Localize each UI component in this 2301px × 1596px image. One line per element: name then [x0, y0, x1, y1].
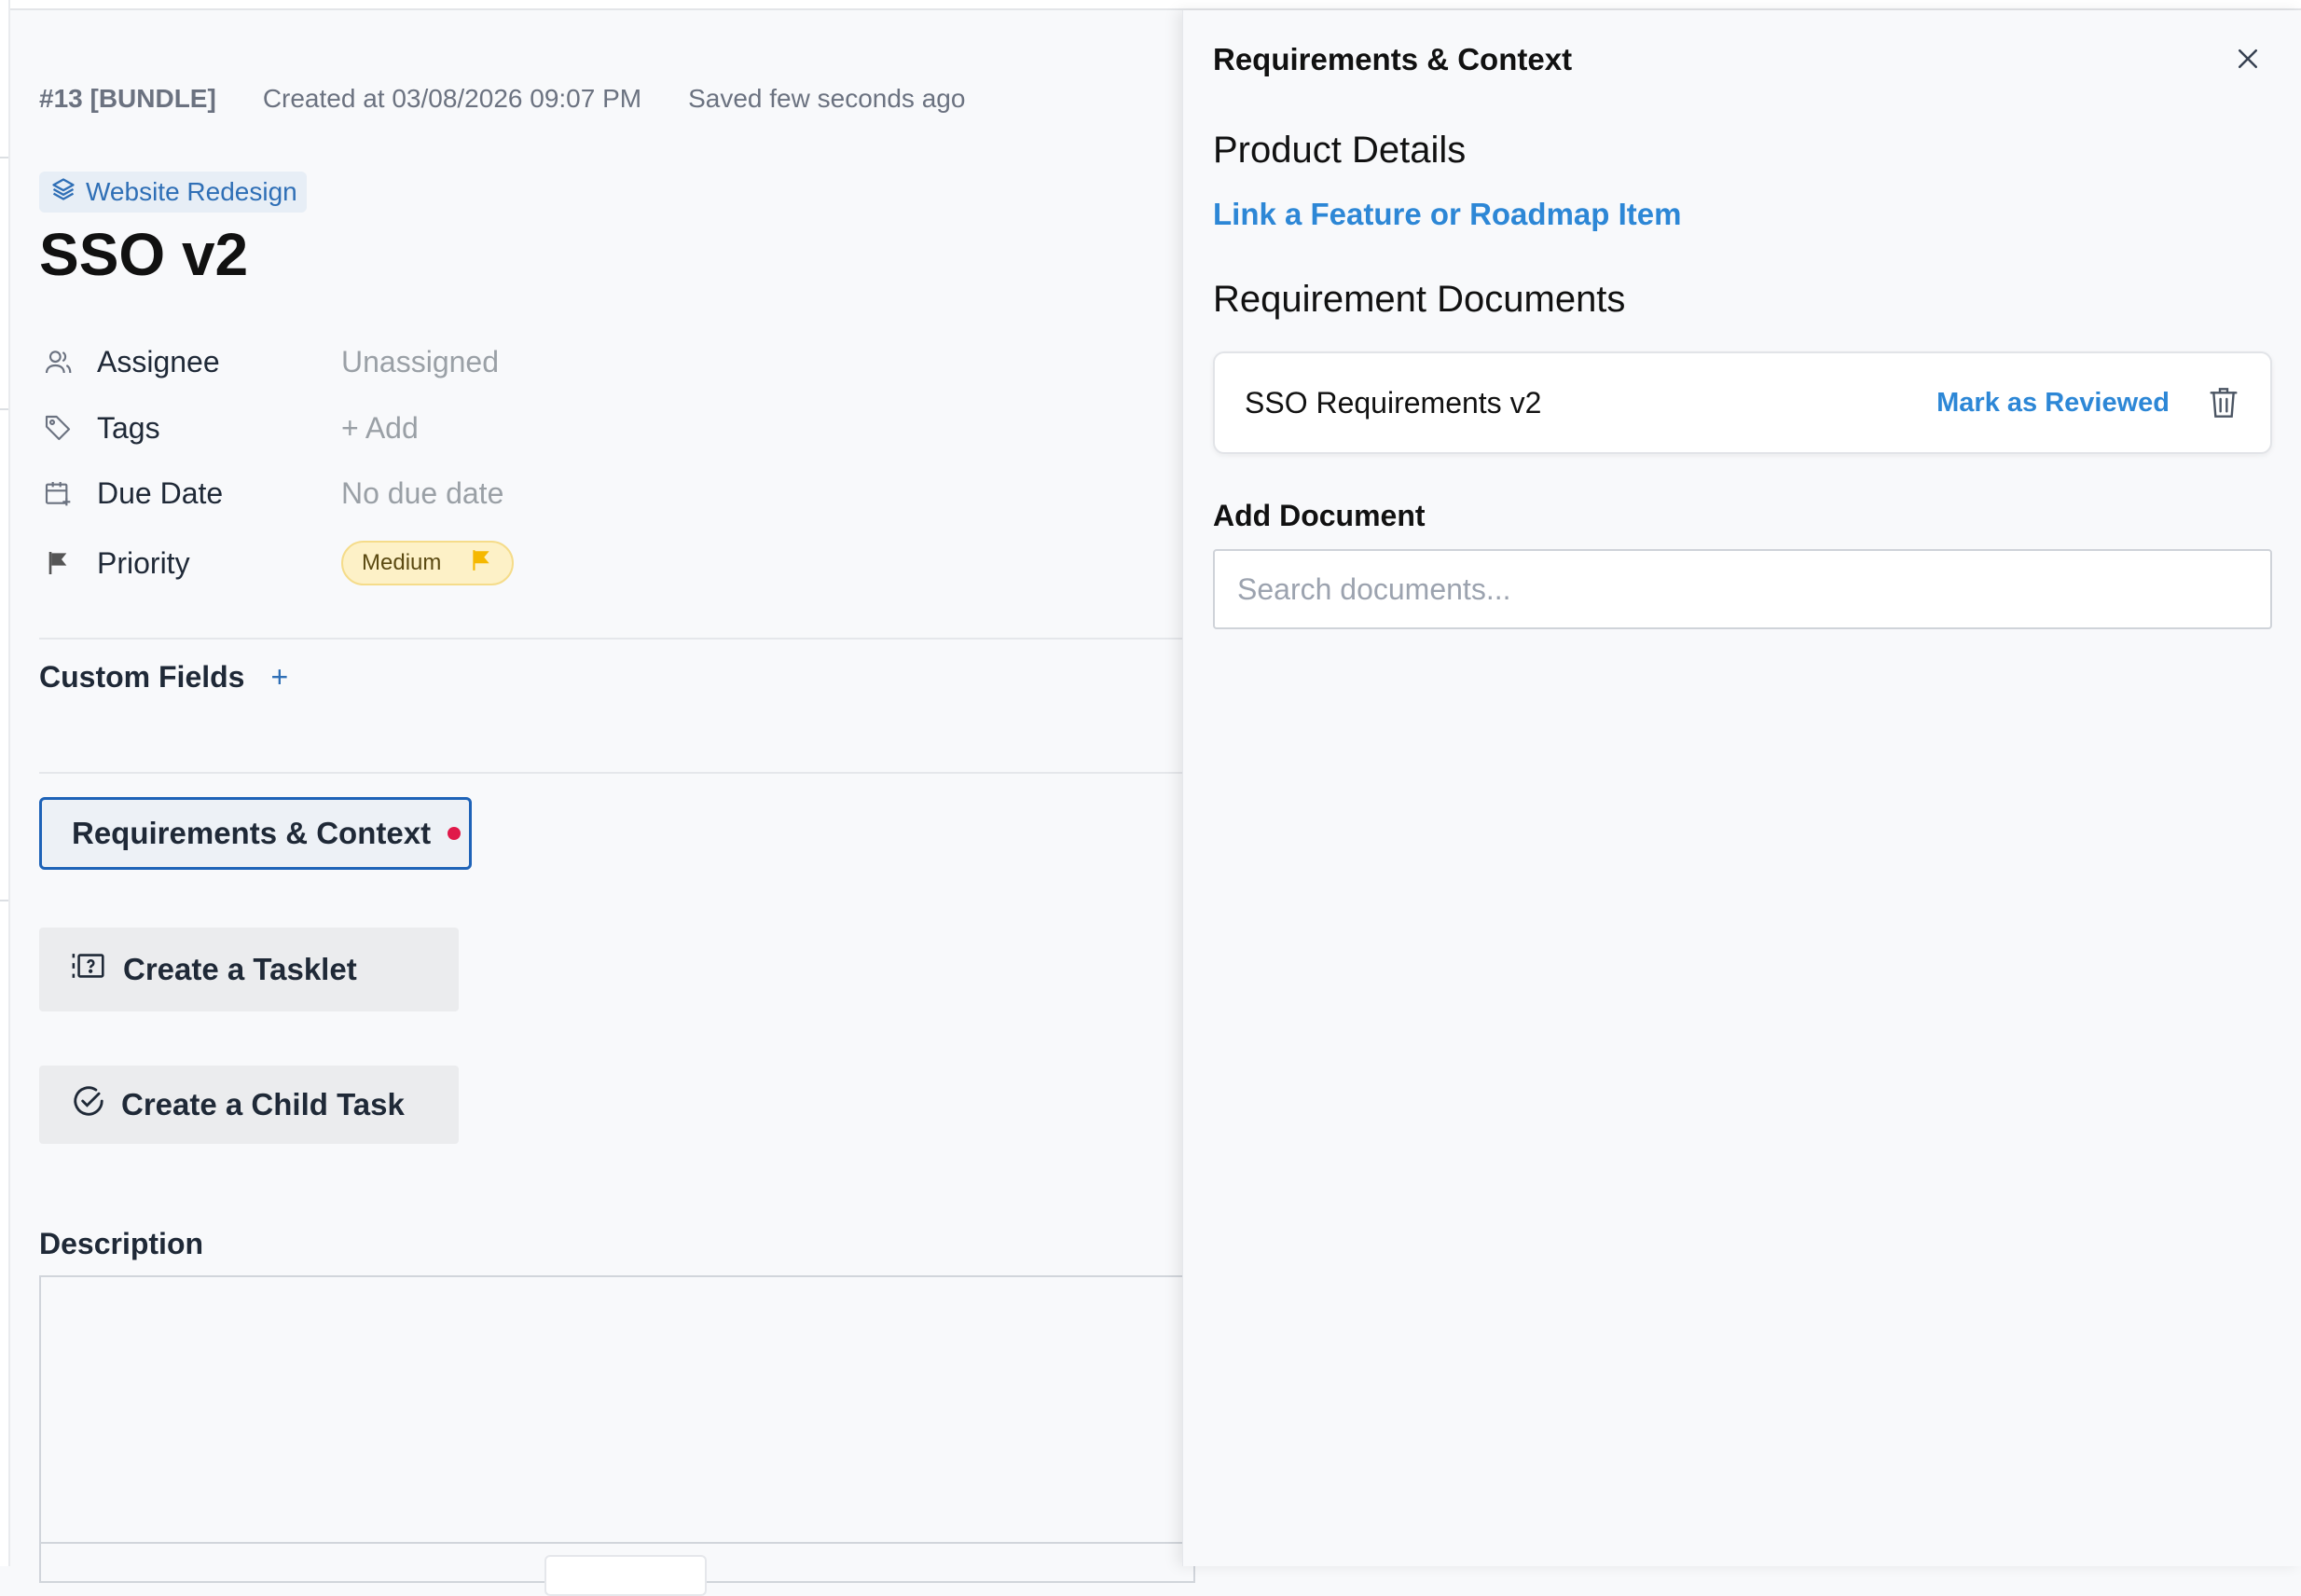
editor-toolbar-control[interactable]	[544, 1555, 707, 1596]
tags-field[interactable]: Tags + Add	[39, 405, 419, 451]
tasklet-icon	[71, 949, 108, 990]
panel-title: Requirements & Context	[1213, 42, 1573, 76]
document-card[interactable]: SSO Requirements v2 Mark as Reviewed	[1213, 351, 2272, 454]
task-meta: #13 [BUNDLE] Created at 03/08/2026 09:07…	[39, 84, 965, 114]
requirements-context-button[interactable]: Requirements & Context	[39, 797, 472, 870]
section-divider	[39, 638, 1182, 640]
save-status: Saved few seconds ago	[688, 84, 966, 113]
requirements-panel: Requirements & Context Product Details L…	[1182, 10, 2301, 1566]
description-label: Description	[39, 1227, 204, 1260]
layers-icon	[50, 176, 76, 209]
create-tasklet-button[interactable]: Create a Tasklet	[39, 928, 459, 1011]
due-date-label: Due Date	[97, 475, 224, 510]
notification-dot	[448, 827, 462, 840]
check-circle-icon	[71, 1083, 106, 1126]
user-icon	[39, 343, 76, 380]
custom-fields-header: Custom Fields +	[39, 660, 288, 695]
due-date-field[interactable]: Due Date No due date	[39, 470, 503, 516]
create-tasklet-label: Create a Tasklet	[123, 952, 357, 986]
close-icon	[2234, 45, 2262, 77]
product-details-heading: Product Details	[1213, 130, 1467, 171]
link-feature-link[interactable]: Link a Feature or Roadmap Item	[1213, 197, 1681, 232]
created-timestamp: Created at 03/08/2026 09:07 PM	[262, 84, 642, 113]
gutter-tick	[0, 900, 8, 901]
priority-flag-icon	[469, 548, 493, 579]
add-tag-button[interactable]: + Add	[341, 411, 419, 446]
gutter-tick	[0, 408, 8, 410]
create-child-task-label: Create a Child Task	[121, 1087, 405, 1121]
project-chip[interactable]: Website Redesign	[39, 172, 307, 213]
task-title[interactable]: SSO v2	[39, 220, 248, 289]
priority-dropdown[interactable]: Medium	[341, 541, 515, 585]
custom-fields-label: Custom Fields	[39, 660, 245, 694]
delete-document-button[interactable]	[2205, 382, 2242, 423]
mark-reviewed-button[interactable]: Mark as Reviewed	[1936, 388, 2170, 419]
add-custom-field-button[interactable]: +	[270, 660, 288, 695]
trash-icon	[2210, 388, 2238, 418]
flag-icon	[39, 544, 76, 582]
priority-label: Priority	[97, 545, 190, 580]
assignee-label: Assignee	[97, 344, 220, 378]
priority-value: Medium	[362, 550, 442, 575]
editor-toolbar-divider	[41, 1542, 1193, 1544]
top-border	[0, 0, 2301, 10]
requirement-documents-heading: Requirement Documents	[1213, 279, 1626, 320]
task-id: #13 [BUNDLE]	[39, 84, 216, 113]
left-gutter	[0, 0, 10, 1566]
document-name[interactable]: SSO Requirements v2	[1245, 386, 1936, 420]
tags-label: Tags	[97, 410, 160, 445]
description-editor[interactable]	[39, 1275, 1195, 1596]
add-document-label: Add Document	[1213, 499, 1426, 532]
due-date-value[interactable]: No due date	[341, 476, 503, 511]
project-name: Website Redesign	[86, 177, 297, 206]
assignee-value[interactable]: Unassigned	[341, 345, 499, 379]
assignee-field[interactable]: Assignee Unassigned	[39, 338, 499, 385]
close-panel-button[interactable]	[2227, 40, 2268, 81]
requirements-context-label: Requirements & Context	[72, 816, 432, 850]
calendar-icon	[39, 475, 76, 512]
gutter-tick	[0, 157, 8, 158]
tag-icon	[39, 409, 76, 447]
section-divider	[39, 772, 1182, 774]
search-documents-input[interactable]	[1213, 549, 2272, 629]
create-child-task-button[interactable]: Create a Child Task	[39, 1066, 459, 1144]
priority-field[interactable]: Priority Medium	[39, 540, 515, 586]
